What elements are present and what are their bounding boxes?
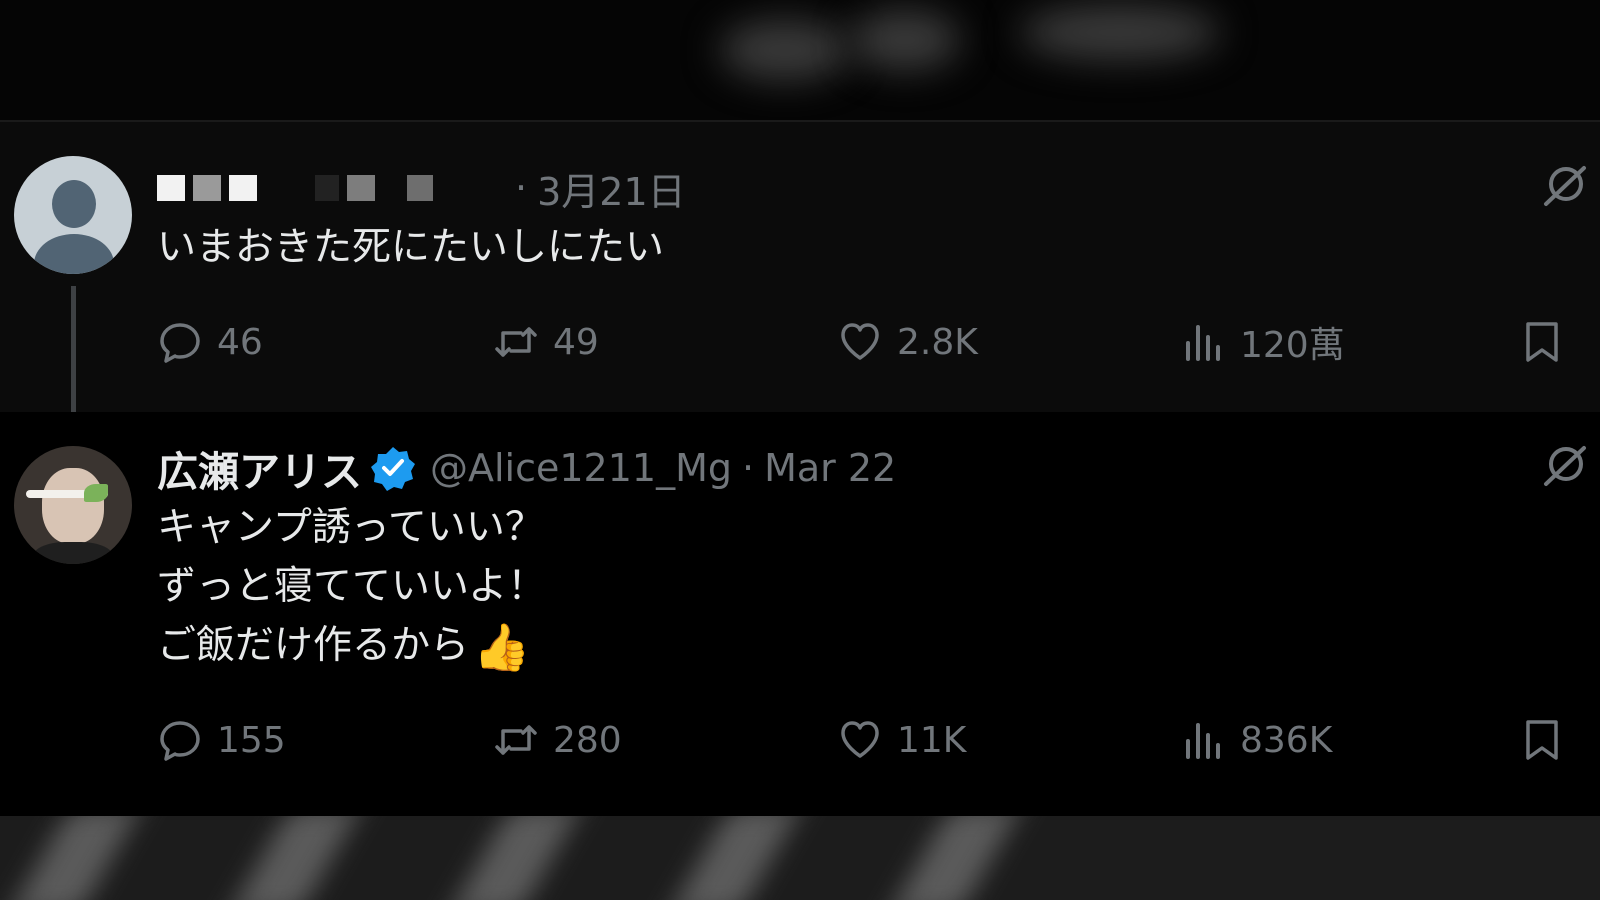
views-count: 836K	[1240, 719, 1333, 761]
separator-dot: ·	[742, 446, 755, 490]
thumbs-up-emoji: 👍	[473, 620, 531, 674]
retweet-button[interactable]: 49	[493, 312, 599, 372]
grok-icon[interactable]	[1540, 442, 1588, 490]
tweet-text-line: ご飯だけ作るから👍	[157, 620, 531, 674]
tweet-text: いまおきた死にたいしにたい	[157, 225, 665, 270]
views-icon	[1186, 723, 1220, 759]
reply-icon	[160, 323, 200, 363]
blurred-bottom-region	[0, 816, 1600, 900]
tweet-text: キャンプ誘っていい？ ずっと寝てていいよ！ ご飯だけ作るから👍	[157, 498, 546, 677]
like-icon	[841, 323, 879, 360]
tweet-date[interactable]: Mar 22	[764, 446, 896, 490]
bookmark-button[interactable]	[1519, 710, 1565, 770]
parent-tweet[interactable]: · 3月21日 いまおきた死にたいしにたい 46 49 2.8K 120萬	[0, 122, 1600, 414]
bookmark-button[interactable]	[1519, 312, 1565, 372]
reply-tweet[interactable]: 広瀬アリス @Alice1211_Mg · Mar 22 キャンプ誘っていい？ …	[0, 412, 1600, 816]
reply-button[interactable]: 155	[157, 710, 286, 770]
bookmark-icon	[1526, 322, 1558, 362]
tweet-actions: 155 280 11K 836K	[157, 710, 1600, 770]
views-button[interactable]: 120萬	[1180, 312, 1345, 372]
tweet-date[interactable]: 3月21日	[537, 161, 686, 216]
reply-count: 155	[217, 719, 286, 761]
views-count: 120萬	[1240, 325, 1345, 366]
default-avatar[interactable]	[14, 156, 132, 274]
tweet-header: 広瀬アリス @Alice1211_Mg · Mar 22	[157, 442, 896, 496]
retweet-button[interactable]: 280	[493, 710, 622, 770]
verified-badge-icon	[371, 447, 415, 491]
like-button[interactable]: 11K	[837, 710, 966, 770]
blurred-top-region	[0, 0, 1600, 120]
tweet-text-line: ずっと寝てていいよ！	[157, 564, 547, 609]
grok-icon[interactable]	[1540, 162, 1588, 210]
reply-icon	[160, 721, 200, 761]
retweet-icon	[495, 725, 537, 755]
like-icon	[841, 721, 879, 758]
bookmark-icon	[1526, 720, 1558, 760]
retweet-count: 49	[553, 321, 599, 363]
masked-username	[157, 175, 433, 201]
user-handle[interactable]: @Alice1211_Mg	[430, 446, 732, 490]
reply-count: 46	[217, 321, 263, 363]
like-count: 2.8K	[897, 321, 978, 363]
user-avatar[interactable]	[14, 446, 132, 564]
tweet-text-line: キャンプ誘っていい？	[157, 505, 544, 550]
retweet-count: 280	[553, 719, 622, 761]
thread-connector-line	[71, 286, 76, 414]
views-icon	[1186, 325, 1220, 361]
separator-dot: ·	[515, 166, 528, 210]
tweet-header: · 3月21日	[157, 162, 686, 214]
tweet-actions: 46 49 2.8K 120萬	[157, 312, 1600, 372]
like-button[interactable]: 2.8K	[837, 312, 978, 372]
like-count: 11K	[897, 719, 967, 761]
retweet-icon	[495, 327, 537, 357]
reply-button[interactable]: 46	[157, 312, 263, 372]
views-button[interactable]: 836K	[1180, 710, 1332, 770]
display-name[interactable]: 広瀬アリス	[157, 438, 362, 498]
